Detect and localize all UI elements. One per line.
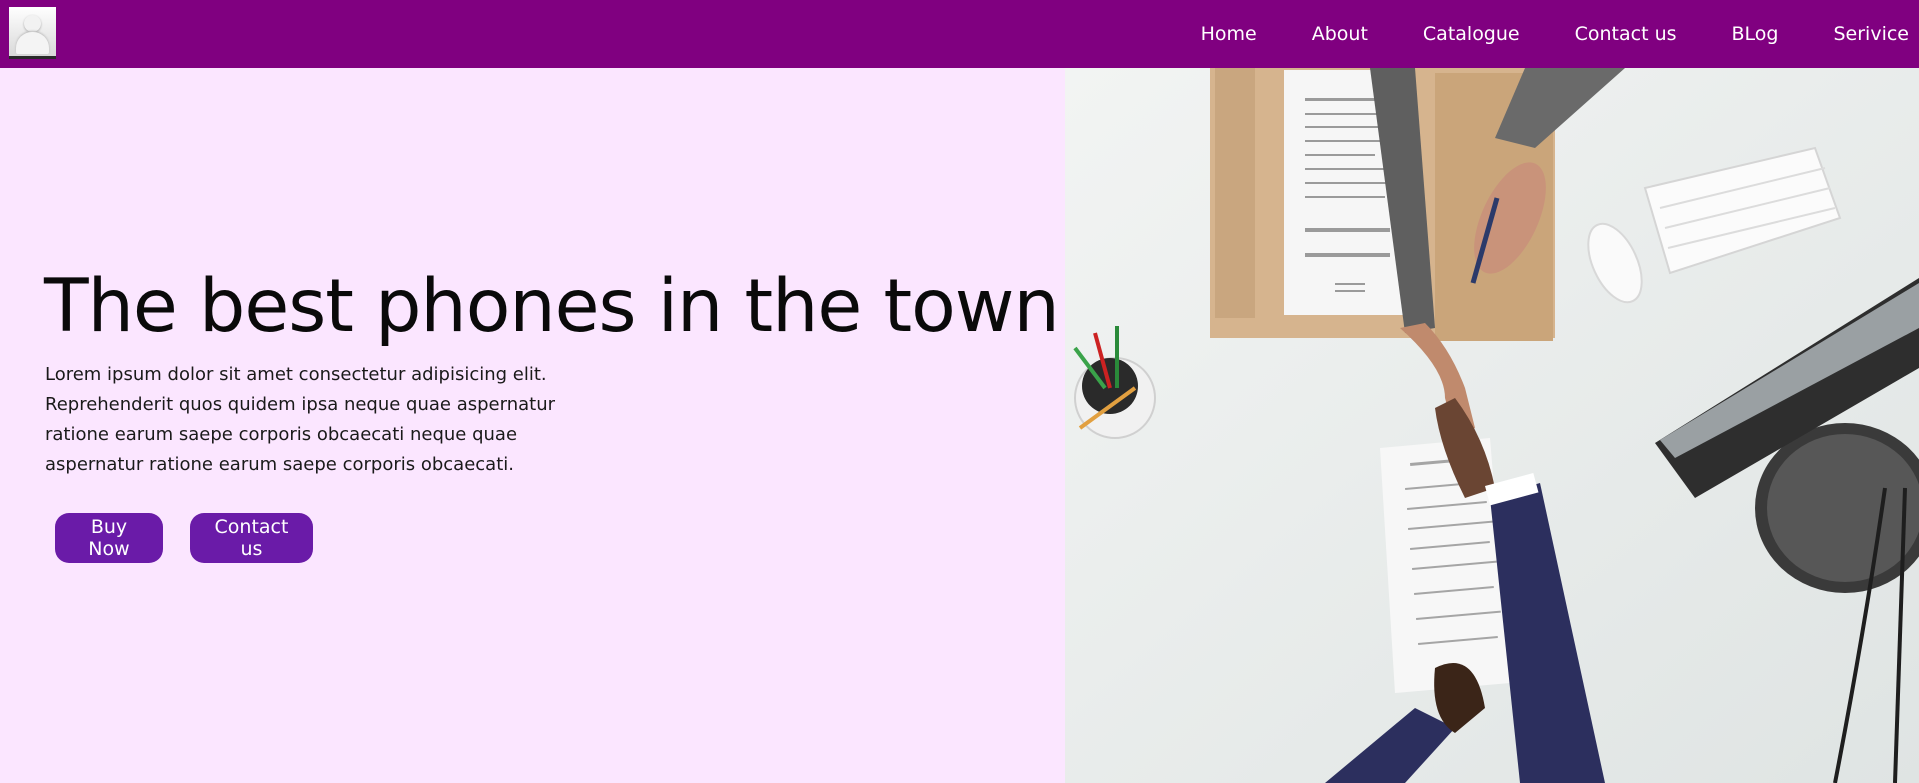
navbar: Home About Catalogue Contact us BLog Ser…: [0, 0, 1919, 68]
hero-handshake-image: [1065, 68, 1919, 783]
nav-link-service[interactable]: Serivice: [1834, 23, 1910, 45]
logo-icon[interactable]: [9, 7, 56, 59]
handshake-photo-icon: [1065, 68, 1919, 783]
nav-item-about: About: [1312, 23, 1368, 45]
nav-item-service: Serivice: [1834, 23, 1910, 45]
buy-now-button[interactable]: Buy Now: [55, 513, 163, 563]
nav-item-blog: BLog: [1732, 23, 1779, 45]
hero-title: The best phones in the town: [44, 264, 1060, 349]
hero-section: The best phones in the town Lorem ipsum …: [0, 68, 1065, 783]
nav-links: Home About Catalogue Contact us BLog Ser…: [1146, 0, 1909, 68]
nav-link-catalogue[interactable]: Catalogue: [1423, 23, 1520, 45]
contact-us-button[interactable]: Contact us: [190, 513, 313, 563]
nav-item-catalogue: Catalogue: [1423, 23, 1520, 45]
nav-link-about[interactable]: About: [1312, 23, 1368, 45]
nav-item-home: Home: [1201, 23, 1257, 45]
nav-link-home[interactable]: Home: [1201, 23, 1257, 45]
hero-description: Lorem ipsum dolor sit amet consectetur a…: [45, 364, 556, 475]
nav-link-contact[interactable]: Contact us: [1575, 23, 1677, 45]
nav-item-contact: Contact us: [1575, 23, 1677, 45]
nav-link-blog[interactable]: BLog: [1732, 23, 1779, 45]
